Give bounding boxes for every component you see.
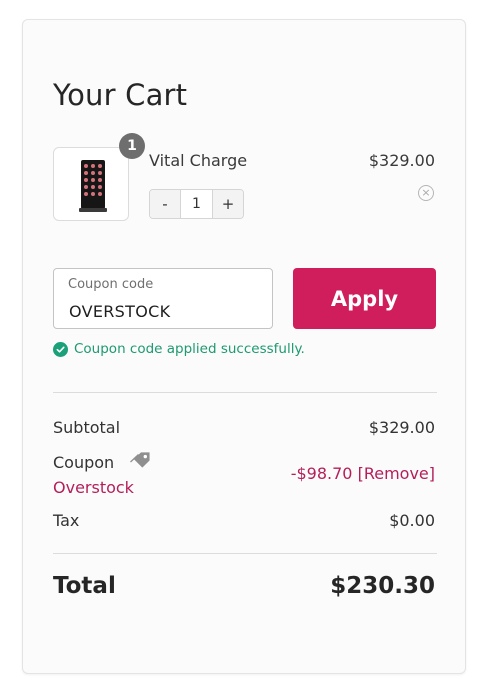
product-name[interactable]: Vital Charge xyxy=(149,151,247,170)
device-icon xyxy=(79,160,107,212)
remove-item-icon[interactable]: × xyxy=(418,185,434,201)
divider xyxy=(53,553,437,554)
coupon-success-message: Coupon code applied successfully. xyxy=(53,341,305,357)
apply-coupon-button[interactable]: Apply xyxy=(293,268,436,329)
coupon-code-label: Coupon code xyxy=(68,277,154,292)
success-text: Coupon code applied successfully. xyxy=(74,341,305,357)
remove-coupon-link[interactable]: [Remove] xyxy=(358,464,435,483)
quantity-input[interactable]: 1 xyxy=(181,190,212,218)
coupon-discount: -$98.70 [Remove] xyxy=(291,464,435,483)
cart-panel: Your Cart 1 Vital Charge $329.00 × - 1 +… xyxy=(22,19,466,674)
tag-icon xyxy=(130,452,150,468)
applied-coupon-name: Overstock xyxy=(53,478,134,497)
page-title: Your Cart xyxy=(53,78,188,112)
coupon-label: Coupon xyxy=(53,453,115,472)
quantity-badge: 1 xyxy=(119,133,145,159)
coupon-code-field[interactable]: Coupon code OVERSTOCK xyxy=(53,268,273,329)
coupon-code-input[interactable]: OVERSTOCK xyxy=(69,302,170,321)
tax-value: $0.00 xyxy=(389,511,435,530)
increase-quantity-button[interactable]: + xyxy=(212,190,243,218)
total-value: $230.30 xyxy=(330,573,435,599)
tax-label: Tax xyxy=(53,511,80,530)
product-price: $329.00 xyxy=(368,151,435,170)
product-image xyxy=(53,147,129,221)
subtotal-value: $329.00 xyxy=(368,418,435,437)
discount-amount: -$98.70 xyxy=(290,464,353,483)
decrease-quantity-button[interactable]: - xyxy=(150,190,181,218)
quantity-stepper: - 1 + xyxy=(149,189,244,219)
check-circle-icon xyxy=(53,341,68,357)
divider xyxy=(53,392,437,393)
subtotal-label: Subtotal xyxy=(53,418,121,437)
total-label: Total xyxy=(53,573,116,599)
